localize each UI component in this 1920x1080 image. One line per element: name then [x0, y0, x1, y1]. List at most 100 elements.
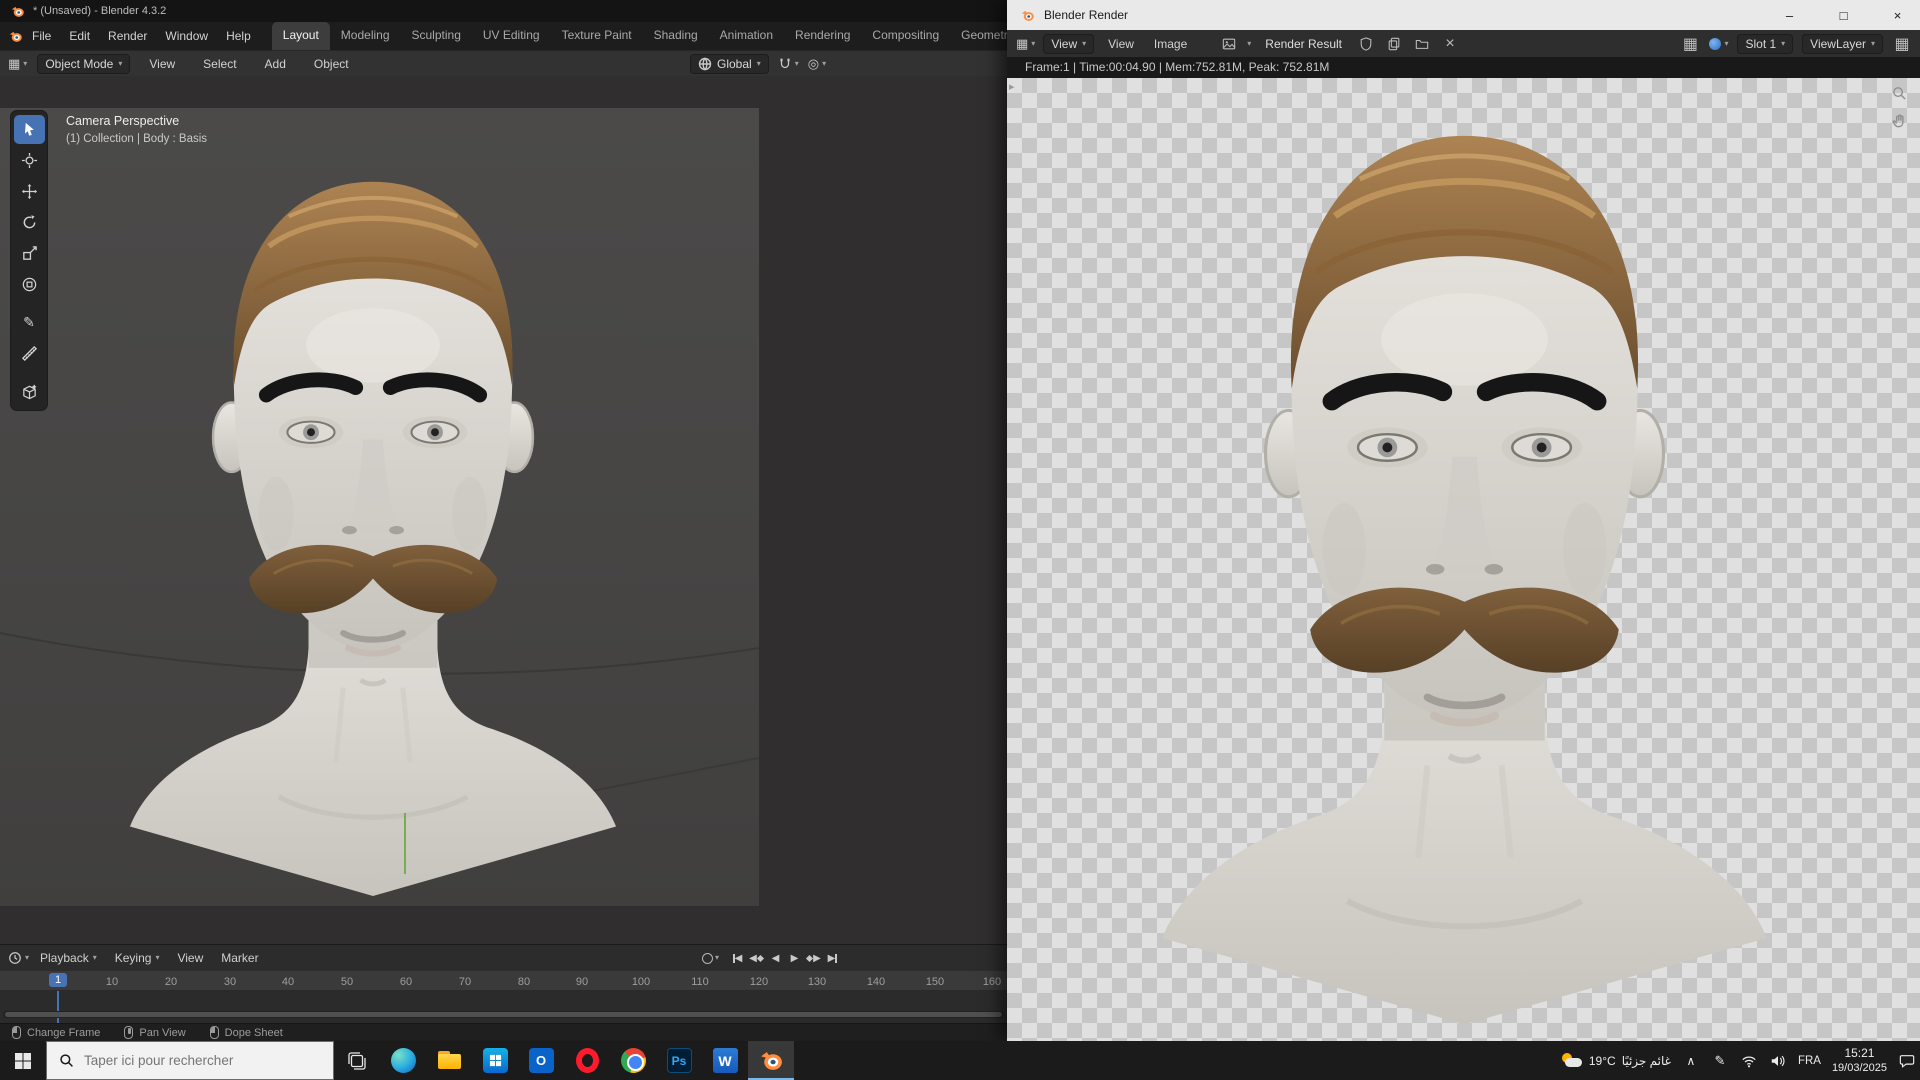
- channels-button[interactable]: ▾: [1709, 37, 1728, 50]
- taskbar-search[interactable]: [46, 1041, 334, 1080]
- taskbar-app-edge[interactable]: [380, 1041, 426, 1080]
- play-reverse-button[interactable]: ◀: [767, 950, 784, 966]
- mode-dropdown[interactable]: Object Mode ▾: [37, 53, 131, 74]
- timeline-track-area[interactable]: [0, 991, 1007, 1023]
- tool-measure[interactable]: [14, 339, 45, 368]
- tab-animation[interactable]: Animation: [709, 22, 784, 50]
- menu-keying[interactable]: Keying ▾: [108, 951, 167, 965]
- clock[interactable]: 15:21 19/03/2025: [1832, 1046, 1887, 1076]
- browse-image-button[interactable]: [1219, 34, 1239, 54]
- render-titlebar[interactable]: Blender Render – □ ×: [1007, 0, 1920, 30]
- taskbar-app-opera[interactable]: [564, 1041, 610, 1080]
- taskbar-app-photoshop[interactable]: Ps: [656, 1041, 702, 1080]
- menu-file[interactable]: File: [23, 22, 60, 50]
- search-input[interactable]: [84, 1053, 314, 1068]
- tool-select-box[interactable]: [13, 115, 45, 144]
- image-mode-dropdown[interactable]: View ▾: [1043, 33, 1095, 54]
- viewport-3d[interactable]: Camera Perspective (1) Collection | Body…: [0, 76, 1007, 944]
- tool-rotate[interactable]: [14, 208, 45, 237]
- open-image-button[interactable]: [1412, 34, 1432, 54]
- play-button[interactable]: ▶: [786, 950, 803, 966]
- tab-geometry-nodes[interactable]: Geometry Nod: [950, 22, 1007, 50]
- hidden-icons-chevron[interactable]: ∧: [1682, 1052, 1700, 1070]
- taskbar-app-word[interactable]: W: [702, 1041, 748, 1080]
- prev-keyframe-button[interactable]: ◀: [748, 950, 765, 966]
- display-channels-button[interactable]: ▦: [1892, 34, 1912, 54]
- image-datablock-name[interactable]: Render Result: [1259, 37, 1348, 51]
- tab-rendering[interactable]: Rendering: [784, 22, 861, 50]
- menu-timeline-view[interactable]: View: [170, 951, 210, 965]
- auto-key-toggle[interactable]: ▾: [702, 952, 719, 964]
- task-view-button[interactable]: [334, 1041, 380, 1080]
- snap-toggle[interactable]: ▾: [778, 57, 799, 71]
- maximize-button[interactable]: □: [1821, 0, 1866, 30]
- scrollbar-thumb[interactable]: [5, 1012, 1002, 1017]
- menu-image[interactable]: Image: [1148, 37, 1193, 51]
- tab-compositing[interactable]: Compositing: [861, 22, 950, 50]
- tool-add-cube[interactable]: [14, 377, 45, 406]
- timeline-scrollbar[interactable]: [3, 1011, 1004, 1018]
- main-titlebar[interactable]: * (Unsaved) - Blender 4.3.2: [0, 0, 1007, 22]
- new-image-button[interactable]: [1384, 34, 1404, 54]
- tab-sculpting[interactable]: Sculpting: [401, 22, 472, 50]
- menu-render[interactable]: Render: [99, 22, 156, 50]
- volume-tray-icon[interactable]: [1769, 1052, 1787, 1070]
- unlink-image-button[interactable]: ×: [1440, 34, 1460, 54]
- pen-tray-icon[interactable]: ✎: [1711, 1052, 1729, 1070]
- tool-cursor[interactable]: [14, 146, 45, 175]
- action-center-button[interactable]: [1898, 1052, 1916, 1070]
- weather-widget[interactable]: 19°C غائم جزئيًا: [1561, 1052, 1671, 1069]
- fake-user-button[interactable]: [1356, 34, 1376, 54]
- tool-move[interactable]: [14, 177, 45, 206]
- jump-to-start-button[interactable]: ◀: [729, 950, 746, 966]
- tab-uv-editing[interactable]: UV Editing: [472, 22, 551, 50]
- menu-window[interactable]: Window: [156, 22, 217, 50]
- render-pass-button[interactable]: ▦: [1680, 34, 1700, 54]
- timeline-editor-type-button[interactable]: ▾: [8, 951, 29, 965]
- tab-modeling[interactable]: Modeling: [330, 22, 401, 50]
- menu-add[interactable]: Add: [256, 50, 295, 78]
- tab-texture-paint[interactable]: Texture Paint: [551, 22, 643, 50]
- zoom-gizmo[interactable]: [1888, 82, 1910, 104]
- current-frame-badge[interactable]: 1: [49, 973, 68, 987]
- network-tray-icon[interactable]: [1740, 1052, 1758, 1070]
- taskbar-app-store[interactable]: [472, 1041, 518, 1080]
- timeline-ruler[interactable]: 10 20 30 40 50 60 70 80 90 100 110 120 1…: [0, 971, 1007, 991]
- taskbar-app-chrome[interactable]: [610, 1041, 656, 1080]
- frame-label: 150: [925, 976, 945, 988]
- tab-layout[interactable]: Layout: [271, 22, 330, 50]
- region-expand-arrow[interactable]: ▸: [1009, 80, 1015, 93]
- menu-view[interactable]: View: [140, 50, 184, 78]
- next-keyframe-button[interactable]: ▶: [805, 950, 822, 966]
- tool-transform[interactable]: [14, 270, 45, 299]
- menu-playback[interactable]: Playback ▾: [33, 951, 104, 965]
- taskbar-app-blender[interactable]: [748, 1041, 794, 1080]
- minimize-button[interactable]: –: [1767, 0, 1812, 30]
- render-result-image-area[interactable]: ▸: [1007, 78, 1920, 1041]
- menu-marker[interactable]: Marker: [214, 951, 265, 965]
- jump-to-end-button[interactable]: ▶: [824, 950, 841, 966]
- notification-bubble-icon: [1899, 1054, 1915, 1068]
- playhead[interactable]: [57, 991, 59, 1023]
- tool-annotate[interactable]: ✎: [14, 308, 45, 337]
- menu-select[interactable]: Select: [194, 50, 245, 78]
- blender-menu-icon[interactable]: [8, 29, 23, 44]
- orientation-dropdown[interactable]: Global ▾: [690, 53, 769, 74]
- taskbar-app-file-explorer[interactable]: [426, 1041, 472, 1080]
- viewlayer-dropdown[interactable]: ViewLayer ▾: [1802, 33, 1883, 54]
- language-indicator[interactable]: FRA: [1798, 1055, 1821, 1067]
- editor-type-button[interactable]: ▦ ▾: [8, 56, 27, 72]
- close-button[interactable]: ×: [1875, 0, 1920, 30]
- menu-help[interactable]: Help: [217, 22, 260, 50]
- image-editor-type-button[interactable]: ▦ ▾: [1016, 36, 1035, 52]
- taskbar-app-outlook[interactable]: O: [518, 1041, 564, 1080]
- menu-object[interactable]: Object: [305, 50, 358, 78]
- tab-shading[interactable]: Shading: [643, 22, 709, 50]
- pan-gizmo[interactable]: [1888, 110, 1910, 132]
- tool-scale[interactable]: [14, 239, 45, 268]
- proportional-editing-toggle[interactable]: ◎ ▾: [808, 56, 826, 72]
- menu-image-view[interactable]: View: [1102, 37, 1140, 51]
- start-button[interactable]: [0, 1041, 46, 1080]
- menu-edit[interactable]: Edit: [60, 22, 99, 50]
- slot-dropdown[interactable]: Slot 1 ▾: [1737, 33, 1794, 54]
